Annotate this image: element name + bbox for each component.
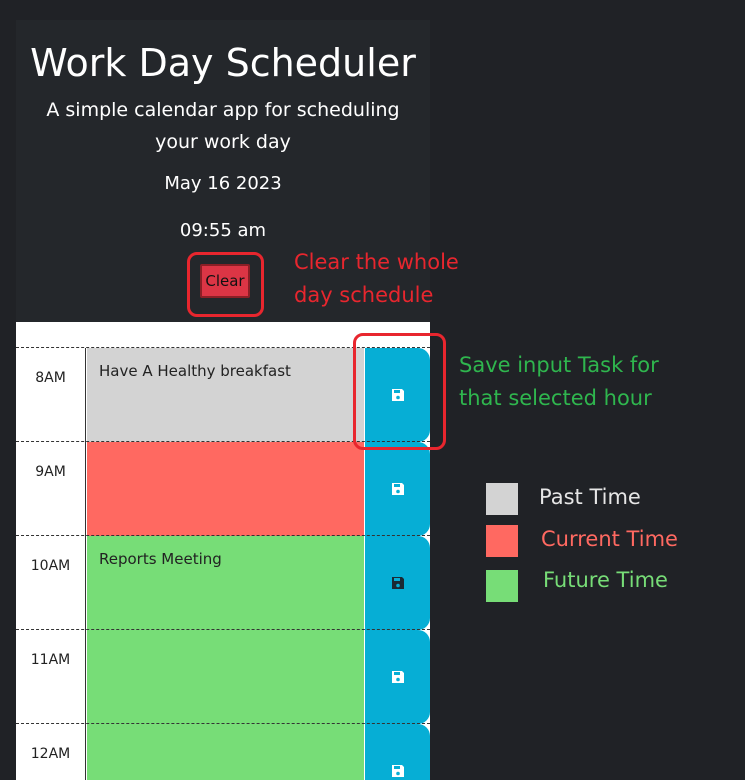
save-annotation: Save input Task for that selected hour bbox=[459, 353, 659, 410]
task-input[interactable] bbox=[87, 442, 364, 536]
current-time: 09:55 am bbox=[179, 220, 267, 241]
hour-label: 9AM bbox=[16, 442, 86, 536]
task-input[interactable] bbox=[87, 630, 364, 724]
page-subtitle: A simple calendar app for scheduling you… bbox=[46, 99, 400, 153]
legend-swatch bbox=[486, 483, 518, 515]
save-button[interactable] bbox=[365, 724, 430, 780]
schedule: 8AM Have A Healthy breakfast 9AM 10AM Re… bbox=[16, 322, 430, 780]
task-input[interactable] bbox=[87, 724, 364, 780]
legend-label: Current Time bbox=[541, 527, 678, 551]
floppy-disk-icon bbox=[392, 765, 404, 777]
hour-label: 11AM bbox=[16, 630, 86, 724]
save-button[interactable] bbox=[365, 348, 430, 442]
legend-swatch bbox=[486, 570, 518, 602]
hour-label: 8AM bbox=[16, 348, 86, 442]
floppy-disk-icon bbox=[392, 389, 404, 401]
floppy-disk-icon bbox=[392, 577, 404, 589]
legend-label: Past Time bbox=[539, 485, 641, 509]
floppy-disk-icon bbox=[392, 483, 404, 495]
time-block-row: 11AM bbox=[16, 629, 430, 724]
time-block-row: 9AM bbox=[16, 441, 430, 536]
time-block-row: 12AM bbox=[16, 723, 430, 780]
legend-label: Future Time bbox=[543, 568, 668, 592]
scheduler-app: Work Day Scheduler A simple calendar app… bbox=[16, 20, 430, 780]
save-button[interactable] bbox=[365, 630, 430, 724]
current-date: May 16 2023 bbox=[164, 173, 282, 194]
save-button[interactable] bbox=[365, 536, 430, 630]
hour-label: 10AM bbox=[16, 536, 86, 630]
task-input[interactable]: Reports Meeting bbox=[87, 536, 364, 630]
time-block-row: 8AM Have A Healthy breakfast bbox=[16, 347, 430, 442]
hour-label: 12AM bbox=[16, 724, 86, 780]
floppy-disk-icon bbox=[392, 671, 404, 683]
save-button[interactable] bbox=[365, 442, 430, 536]
clear-annotation: Clear the whole day schedule bbox=[294, 250, 459, 307]
page-title: Work Day Scheduler bbox=[30, 41, 416, 85]
task-input[interactable]: Have A Healthy breakfast bbox=[87, 348, 364, 442]
legend-swatch bbox=[486, 525, 518, 557]
clear-button[interactable]: Clear bbox=[200, 264, 250, 298]
time-block-row: 10AM Reports Meeting bbox=[16, 535, 430, 630]
